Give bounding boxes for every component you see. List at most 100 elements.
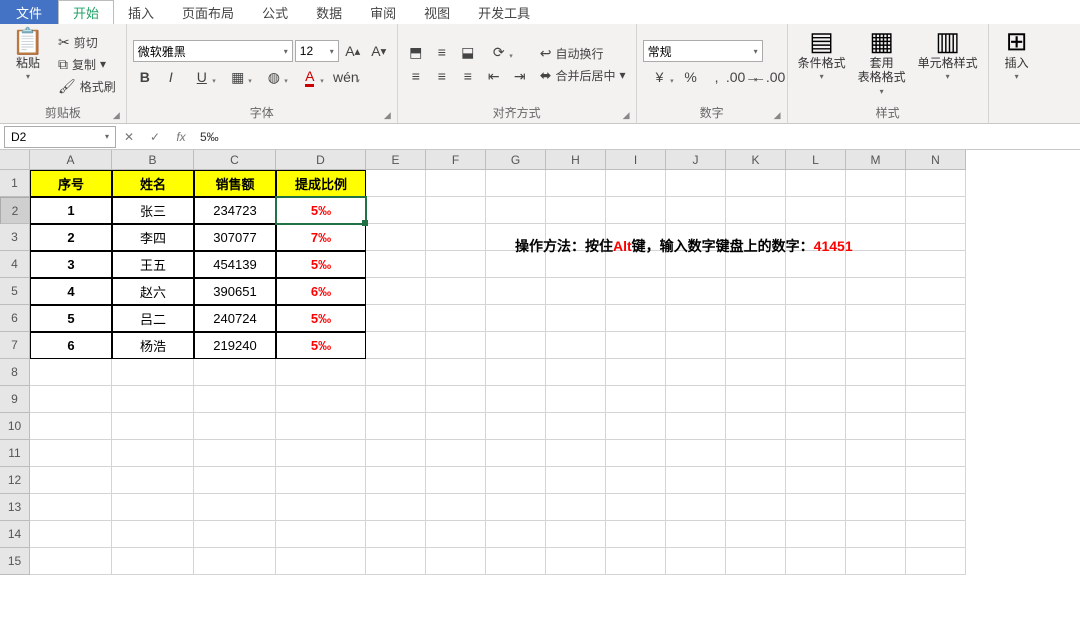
cell-N6[interactable] — [906, 305, 966, 332]
cell-I14[interactable] — [606, 521, 666, 548]
row-header-14[interactable]: 14 — [0, 521, 30, 548]
cell-L9[interactable] — [786, 386, 846, 413]
cell-F5[interactable] — [426, 278, 486, 305]
cell-B14[interactable] — [112, 521, 194, 548]
column-header-G[interactable]: G — [486, 150, 546, 170]
cell-K10[interactable] — [726, 413, 786, 440]
row-header-1[interactable]: 1 — [0, 170, 30, 197]
cell-J11[interactable] — [666, 440, 726, 467]
cell-I8[interactable] — [606, 359, 666, 386]
cell-C8[interactable] — [194, 359, 276, 386]
cell-N4[interactable] — [906, 251, 966, 278]
cell-D8[interactable] — [276, 359, 366, 386]
cell-E4[interactable] — [366, 251, 426, 278]
cell-D1[interactable]: 提成比例 — [276, 170, 366, 197]
cell-J14[interactable] — [666, 521, 726, 548]
cell-C9[interactable] — [194, 386, 276, 413]
cell-J2[interactable] — [666, 197, 726, 224]
paste-button[interactable]: 📋 粘贴 ▾ — [6, 26, 50, 102]
tab-page-layout[interactable]: 页面布局 — [168, 0, 248, 24]
conditional-format-button[interactable]: ▤条件格式▾ — [794, 26, 850, 102]
cell-D10[interactable] — [276, 413, 366, 440]
cell-F3[interactable] — [426, 224, 486, 251]
border-button[interactable]: ▦ — [221, 66, 255, 88]
cell-L8[interactable] — [786, 359, 846, 386]
cell-J13[interactable] — [666, 494, 726, 521]
cell-D6[interactable]: 5‰ — [276, 305, 366, 332]
cell-M3[interactable] — [846, 224, 906, 251]
confirm-formula-button[interactable]: ✓ — [142, 130, 168, 144]
format-painter-button[interactable]: 🖌格式刷 — [54, 76, 120, 96]
cell-F13[interactable] — [426, 494, 486, 521]
cell-K5[interactable] — [726, 278, 786, 305]
row-header-13[interactable]: 13 — [0, 494, 30, 521]
cell-D11[interactable] — [276, 440, 366, 467]
cell-B3[interactable]: 李四 — [112, 224, 194, 251]
cell-C15[interactable] — [194, 548, 276, 575]
font-launcher-icon[interactable]: ◢ — [384, 110, 391, 121]
cell-C5[interactable]: 390651 — [194, 278, 276, 305]
cell-G12[interactable] — [486, 467, 546, 494]
cell-K7[interactable] — [726, 332, 786, 359]
cell-N9[interactable] — [906, 386, 966, 413]
cell-L10[interactable] — [786, 413, 846, 440]
cell-K9[interactable] — [726, 386, 786, 413]
cell-A2[interactable]: 1 — [30, 197, 112, 224]
column-header-L[interactable]: L — [786, 150, 846, 170]
cell-M8[interactable] — [846, 359, 906, 386]
row-header-3[interactable]: 3 — [0, 224, 30, 251]
cell-E14[interactable] — [366, 521, 426, 548]
cell-F1[interactable] — [426, 170, 486, 197]
merge-center-button[interactable]: ⬌合并后居中▾ — [536, 65, 630, 85]
cell-L2[interactable] — [786, 197, 846, 224]
cell-M6[interactable] — [846, 305, 906, 332]
cell-M9[interactable] — [846, 386, 906, 413]
cell-I7[interactable] — [606, 332, 666, 359]
cell-D7[interactable]: 5‰ — [276, 332, 366, 359]
cell-G2[interactable] — [486, 197, 546, 224]
cell-F11[interactable] — [426, 440, 486, 467]
cell-B4[interactable]: 王五 — [112, 251, 194, 278]
cell-G7[interactable] — [486, 332, 546, 359]
cell-styles-button[interactable]: ▥单元格样式▾ — [914, 26, 982, 102]
cell-A7[interactable]: 6 — [30, 332, 112, 359]
tab-view[interactable]: 视图 — [410, 0, 464, 24]
cell-H8[interactable] — [546, 359, 606, 386]
row-header-8[interactable]: 8 — [0, 359, 30, 386]
cell-E13[interactable] — [366, 494, 426, 521]
font-size-select[interactable]: 12▾ — [295, 40, 339, 62]
cell-G8[interactable] — [486, 359, 546, 386]
cell-G10[interactable] — [486, 413, 546, 440]
cell-B10[interactable] — [112, 413, 194, 440]
row-header-6[interactable]: 6 — [0, 305, 30, 332]
cell-J15[interactable] — [666, 548, 726, 575]
cell-N10[interactable] — [906, 413, 966, 440]
cell-G6[interactable] — [486, 305, 546, 332]
column-header-D[interactable]: D — [276, 150, 366, 170]
row-header-11[interactable]: 11 — [0, 440, 30, 467]
cell-M14[interactable] — [846, 521, 906, 548]
decrease-font-button[interactable]: A▾ — [367, 40, 391, 62]
cell-M15[interactable] — [846, 548, 906, 575]
cell-H7[interactable] — [546, 332, 606, 359]
cell-E12[interactable] — [366, 467, 426, 494]
cell-F6[interactable] — [426, 305, 486, 332]
cell-G9[interactable] — [486, 386, 546, 413]
cell-K11[interactable] — [726, 440, 786, 467]
tab-developer[interactable]: 开发工具 — [464, 0, 544, 24]
cell-J10[interactable] — [666, 413, 726, 440]
cell-K15[interactable] — [726, 548, 786, 575]
cell-N14[interactable] — [906, 521, 966, 548]
cell-C2[interactable]: 234723 — [194, 197, 276, 224]
cell-C3[interactable]: 307077 — [194, 224, 276, 251]
cell-A6[interactable]: 5 — [30, 305, 112, 332]
column-header-F[interactable]: F — [426, 150, 486, 170]
cell-I12[interactable] — [606, 467, 666, 494]
tab-file[interactable]: 文件 — [0, 0, 58, 24]
insert-cells-button[interactable]: ⊞插入▾ — [995, 26, 1039, 119]
number-launcher-icon[interactable]: ◢ — [774, 110, 781, 121]
row-header-2[interactable]: 2 — [0, 197, 30, 224]
cell-K12[interactable] — [726, 467, 786, 494]
cell-N3[interactable] — [906, 224, 966, 251]
cell-D5[interactable]: 6‰ — [276, 278, 366, 305]
